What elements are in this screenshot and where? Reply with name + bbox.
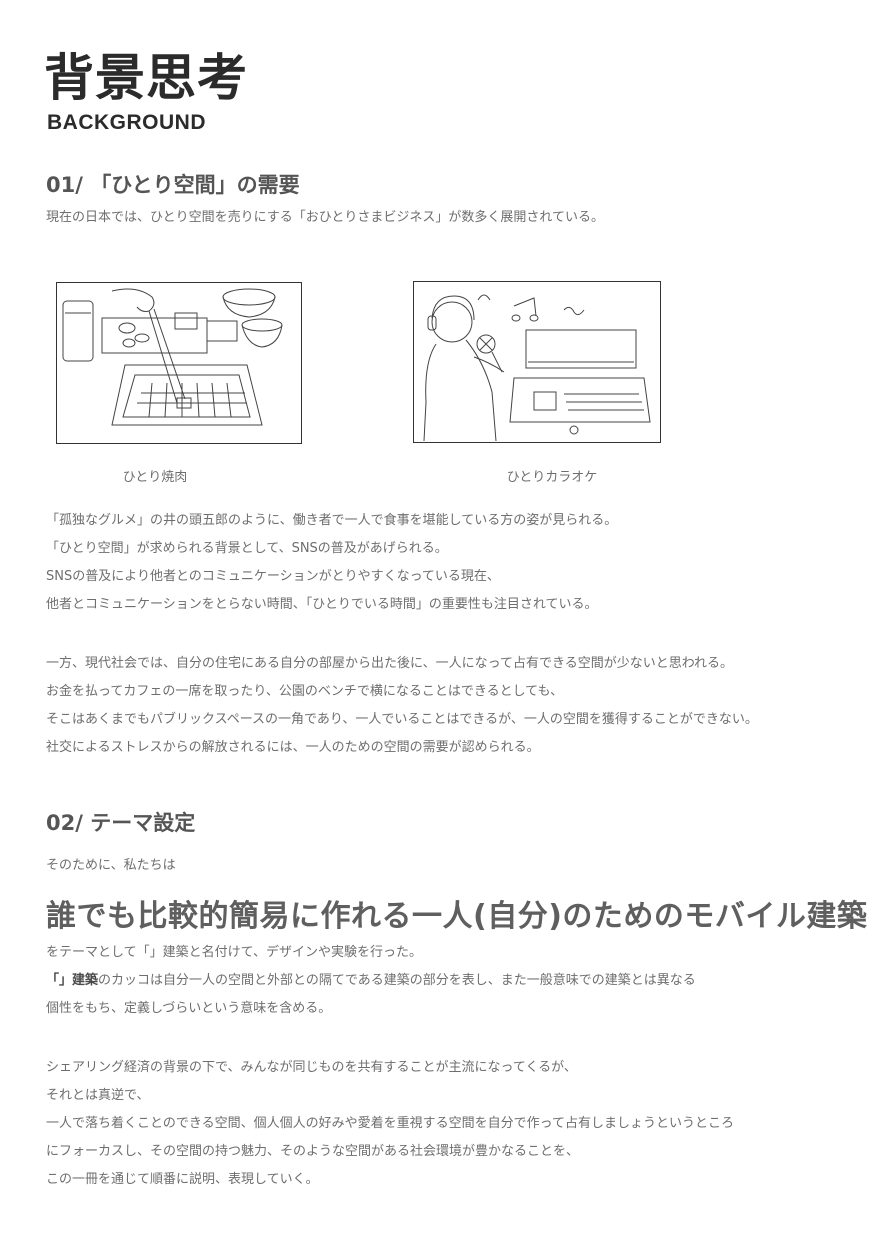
theme-headline: 誰でも比較的簡易に作れる一人(自分)のためのモバイル建築	[46, 899, 868, 934]
paragraph-line: この一冊を通じて順番に説明、表現していく。	[46, 1172, 319, 1187]
paragraph-line: 社交によるストレスからの解放されるには、一人のための空間の需要が認められる。	[46, 740, 540, 755]
section-02-explanation: をテーマとして「」建築と名付けて、デザインや実験を行った。 「」建築のカッコは自…	[46, 944, 696, 1018]
paragraph-line: にフォーカスし、その空間の持つ魅力、そのような空間がある社会環境が豊かなることを…	[46, 1144, 580, 1159]
karaoke-caption: ひとりカラオケ	[506, 470, 598, 485]
paragraph-line: 他者とコミュニケーションをとらない時間、「ひとりでいる時間」の重要性も注目されて…	[46, 597, 598, 612]
section-heading-02: 02/ テーマ設定	[46, 811, 196, 835]
karaoke-sketch	[413, 281, 661, 443]
paragraph-line: SNSの普及により他者とのコミュニケーションがとりやすくなっている現在、	[46, 569, 500, 584]
paragraph-line: 「孤独なグルメ」の井の頭五郎のように、働き者で一人で食事を堪能している方の姿が見…	[46, 513, 618, 528]
paragraph-line: 「」建築のカッコは自分一人の空間と外部との隔てである建築の部分を表し、また一般意…	[46, 972, 696, 990]
paragraph-line: 一人で落ち着くことのできる空間、個人個人の好みや愛着を重視する空間を自分で作って…	[46, 1116, 734, 1131]
page-subtitle: BACKGROUND	[47, 111, 206, 134]
paragraph-line: 一方、現代社会では、自分の住宅にある自分の部屋から出た後に、一人になって占有でき…	[46, 656, 734, 671]
page-title: 背景思考	[44, 49, 248, 107]
paragraph-line: そこはあくまでもパブリックスペースの一角であり、一人でいることはできるが、一人の…	[46, 712, 758, 727]
bracket-architecture-term: 「」建築	[46, 973, 99, 988]
section-02-lead: そのために、私たちは	[46, 858, 176, 873]
yakiniku-sketch-icon	[62, 288, 283, 426]
yakiniku-caption: ひとり焼肉	[122, 470, 188, 485]
paragraph-line: シェアリング経済の背景の下で、みんなが同じものを共有することが主流になってくるが…	[46, 1060, 577, 1075]
paragraph-line: 個性をもち、定義しづらいという意味を含める。	[46, 1001, 332, 1016]
paragraph-line: それとは真逆で、	[46, 1088, 150, 1103]
section-01-paragraph-1: 「孤独なグルメ」の井の頭五郎のように、働き者で一人で食事を堪能している方の姿が見…	[46, 512, 617, 614]
karaoke-sketch-icon	[423, 294, 651, 442]
section-01-intro: 現在の日本では、ひとり空間を売りにする「おひとりさまビジネス」が数多く展開されて…	[46, 210, 604, 225]
yakiniku-sketch	[56, 282, 302, 444]
section-01-paragraph-2: 一方、現代社会では、自分の住宅にある自分の部屋から出た後に、一人になって占有でき…	[46, 655, 758, 757]
paragraph-line: をテーマとして「」建築と名付けて、デザインや実験を行った。	[46, 945, 422, 960]
section-heading-01: 01/ 「ひとり空間」の需要	[46, 173, 300, 197]
paragraph-text: のカッコは自分一人の空間と外部との隔てである建築の部分を表し、また一般意味での建…	[98, 973, 696, 988]
paragraph-line: お金を払ってカフェの一席を取ったり、公園のベンチで横になることはできるとしても、	[46, 684, 564, 699]
section-02-paragraph: シェアリング経済の背景の下で、みんなが同じものを共有することが主流になってくるが…	[46, 1059, 734, 1189]
paragraph-line: 「ひとり空間」が求められる背景として、SNSの普及があげられる。	[46, 541, 448, 556]
